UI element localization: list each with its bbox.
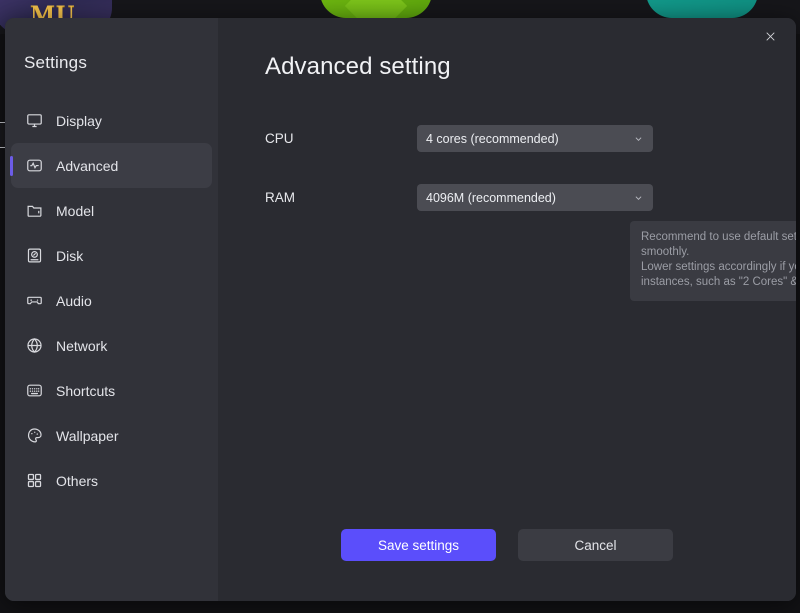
settings-sidebar: Settings Display Advanced Model Disk Aud… xyxy=(5,18,218,601)
hint-line-2: Lower settings accordingly if you need t… xyxy=(641,261,796,288)
sidebar-item-label: Others xyxy=(56,472,99,489)
recommendation-hint: Recommend to use default settings. Most … xyxy=(630,221,796,301)
sidebar-item-shortcuts[interactable]: Shortcuts xyxy=(11,368,212,413)
sidebar-item-label: Display xyxy=(56,112,102,129)
sidebar-title: Settings xyxy=(24,53,88,72)
page-title: Advanced setting xyxy=(265,53,451,80)
sidebar-item-disk[interactable]: Disk xyxy=(11,233,212,278)
cpu-select-value: 4 cores (recommended) xyxy=(426,131,559,146)
chevron-down-icon xyxy=(634,134,643,143)
grid-icon xyxy=(25,472,43,490)
sidebar-item-label: Advanced xyxy=(56,157,119,174)
sidebar-item-wallpaper[interactable]: Wallpaper xyxy=(11,413,212,458)
dialog-footer: Save settings Cancel xyxy=(218,529,796,561)
sidebar-item-label: Model xyxy=(56,202,95,219)
active-accent-bar xyxy=(10,155,13,176)
sidebar-nav: Display Advanced Model Disk Audio Networ… xyxy=(5,98,218,503)
background-tile-teal[interactable] xyxy=(646,0,758,18)
save-settings-button[interactable]: Save settings xyxy=(341,529,496,561)
sidebar-item-advanced[interactable]: Advanced xyxy=(10,143,212,188)
ram-label: RAM xyxy=(265,190,295,205)
background-tile-green[interactable] xyxy=(320,0,432,38)
disk-icon xyxy=(25,247,43,265)
cpu-select[interactable]: 4 cores (recommended) xyxy=(417,125,653,152)
globe-icon xyxy=(25,337,43,355)
sidebar-item-label: Wallpaper xyxy=(56,427,119,444)
settings-dialog: Settings Display Advanced Model Disk Aud… xyxy=(5,18,796,601)
ram-select[interactable]: 4096M (recommended) xyxy=(417,184,653,211)
chevron-down-icon xyxy=(634,193,643,202)
sidebar-item-audio[interactable]: Audio xyxy=(11,278,212,323)
keyboard-icon xyxy=(25,382,43,400)
cancel-button[interactable]: Cancel xyxy=(518,529,673,561)
cpu-label: CPU xyxy=(265,131,294,146)
sidebar-item-model[interactable]: Model xyxy=(11,188,212,233)
screen: MU Settings Display Advanced Model Disk … xyxy=(0,0,800,613)
hint-line-1: Recommend to use default settings. Most … xyxy=(641,231,796,258)
sidebar-item-label: Shortcuts xyxy=(56,382,116,399)
sidebar-item-label: Disk xyxy=(56,247,84,264)
settings-content: Advanced setting CPU 4 cores (recommende… xyxy=(218,18,796,601)
close-icon[interactable] xyxy=(760,26,780,46)
sidebar-item-others[interactable]: Others xyxy=(11,458,212,503)
sidebar-item-label: Network xyxy=(56,337,108,354)
sidebar-item-network[interactable]: Network xyxy=(11,323,212,368)
folder-icon xyxy=(25,202,43,220)
ram-select-value: 4096M (recommended) xyxy=(426,190,556,205)
sidebar-item-label: Audio xyxy=(56,292,92,309)
gamepad-icon xyxy=(25,292,43,310)
monitor-icon xyxy=(25,112,43,130)
activity-icon xyxy=(25,157,43,175)
ram-field-row: RAM 4096M (recommended) xyxy=(265,184,653,211)
palette-icon xyxy=(25,427,43,445)
cpu-field-row: CPU 4 cores (recommended) xyxy=(265,125,653,152)
sidebar-item-display[interactable]: Display xyxy=(11,98,212,143)
